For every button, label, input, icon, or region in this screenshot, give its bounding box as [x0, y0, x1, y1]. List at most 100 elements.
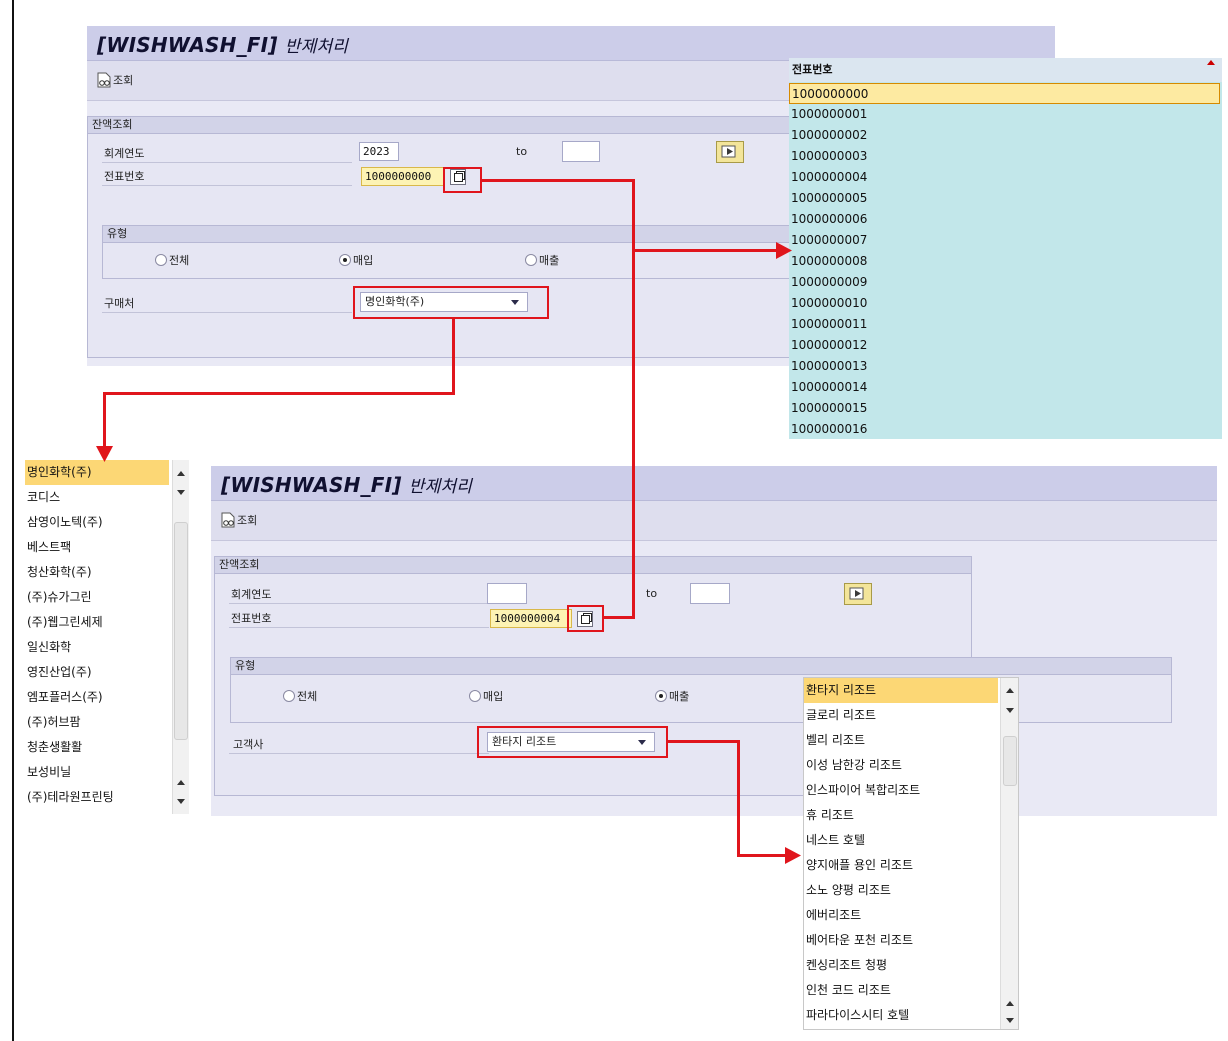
- upper-fiscal-year-to-input[interactable]: [562, 141, 600, 162]
- radio-circle-icon: [283, 690, 295, 702]
- upper-radio-purchase[interactable]: 매입: [339, 252, 373, 268]
- customer-dropdown-scrollbar[interactable]: [1000, 678, 1018, 1029]
- scroll-up-icon[interactable]: [1006, 1001, 1014, 1006]
- vendor-dropdown-item[interactable]: 일신화학: [25, 635, 167, 660]
- voucher-f4-popup: 전표번호 1000000000 1000000001 1000000002 10000…: [789, 58, 1222, 439]
- voucher-popup-item[interactable]: 1000000004: [789, 167, 1220, 188]
- customer-dropdown-item[interactable]: 켄싱리조트 청평: [804, 953, 998, 978]
- customer-dropdown-item[interactable]: 베어타운 포천 리조트: [804, 928, 998, 953]
- upper-fiscal-year-input[interactable]: 2023: [359, 142, 399, 161]
- scroll-down-icon[interactable]: [1006, 1018, 1014, 1023]
- vendor-dropdown-item[interactable]: (주)웹그린세제: [25, 610, 167, 635]
- upper-voucher-input[interactable]: 1000000000: [361, 167, 445, 186]
- voucher-popup-item[interactable]: 1000000003: [789, 146, 1220, 167]
- radio-circle-icon: [155, 254, 167, 266]
- voucher-popup-item[interactable]: 1000000011: [789, 314, 1220, 335]
- lower-radio-purchase[interactable]: 매입: [469, 688, 503, 704]
- voucher-popup-item[interactable]: 1000000015: [789, 398, 1220, 419]
- voucher-popup-item[interactable]: 1000000007: [789, 230, 1220, 251]
- lower-execute-button[interactable]: [844, 583, 872, 605]
- lower-sap-window: [WISHWASH_FI] 반제처리 조회 잔액조회 회계연도 to 전표번호 …: [211, 466, 1217, 816]
- customer-dropdown-item[interactable]: 양지애플 용인 리조트: [804, 853, 998, 878]
- scroll-down-icon[interactable]: [177, 799, 185, 804]
- lower-query-button[interactable]: 조회: [221, 511, 257, 529]
- scroll-down-icon[interactable]: [177, 490, 185, 495]
- voucher-popup-item[interactable]: 1000000008: [789, 251, 1220, 272]
- scroll-up-icon[interactable]: [1006, 688, 1014, 693]
- annotation-line: [632, 179, 635, 619]
- customer-dropdown-item[interactable]: 소노 양평 리조트: [804, 878, 998, 903]
- vendor-dropdown-item[interactable]: (주)슈가그린: [25, 585, 167, 610]
- upper-query-button[interactable]: 조회: [97, 71, 133, 89]
- annotation-arrow-right-icon: [776, 242, 792, 259]
- voucher-popup-item[interactable]: 1000000000: [789, 83, 1220, 104]
- customer-dropdown-item[interactable]: 인스파이어 복합리조트: [804, 778, 998, 803]
- lower-radio-sales[interactable]: 매출: [655, 688, 689, 704]
- customer-dropdown-item[interactable]: 인천 코드 리조트: [804, 978, 998, 1003]
- customer-dropdown-item[interactable]: 휴 리조트: [804, 803, 998, 828]
- scroll-down-icon[interactable]: [1006, 708, 1014, 713]
- voucher-popup-item[interactable]: 1000000013: [789, 356, 1220, 377]
- vendor-dropdown-item[interactable]: 코디스: [25, 485, 167, 510]
- upper-title-bar: [WISHWASH_FI] 반제처리: [87, 26, 1055, 61]
- voucher-popup-item[interactable]: 1000000014: [789, 377, 1220, 398]
- voucher-popup-item[interactable]: 1000000001: [789, 104, 1220, 125]
- scroll-up-icon[interactable]: [177, 471, 185, 476]
- annotation-line: [103, 392, 455, 395]
- upper-radio-sales[interactable]: 매출: [525, 252, 559, 268]
- vendor-dropdown-item[interactable]: 명인화학(주): [25, 460, 169, 485]
- voucher-popup-item[interactable]: 1000000006: [789, 209, 1220, 230]
- customer-scroll-thumb[interactable]: [1003, 736, 1017, 786]
- customer-dropdown-item[interactable]: 네스트 호텔: [804, 828, 998, 853]
- annotation-arrow-right-icon: [785, 847, 801, 864]
- lower-radio-sales-label: 매출: [669, 690, 690, 703]
- vendor-dropdown-scrollbar[interactable]: [172, 460, 189, 814]
- customer-dropdown-item[interactable]: 에버리조트: [804, 903, 998, 928]
- lower-radio-all[interactable]: 전체: [283, 688, 317, 704]
- lower-type-group: 유형 전체 매입 매출: [230, 657, 1172, 723]
- vendor-dropdown-item[interactable]: 베스트팩: [25, 535, 167, 560]
- lower-title-bar: [WISHWASH_FI] 반제처리: [211, 466, 1217, 501]
- lower-fiscal-year-input[interactable]: [487, 583, 527, 604]
- lower-query-label: 조회: [237, 514, 258, 527]
- vendor-dropdown-item[interactable]: (주)테라원프린팅: [25, 785, 167, 810]
- annotation-line: [737, 740, 740, 857]
- vendor-dropdown-item[interactable]: 청춘생활활: [25, 735, 167, 760]
- customer-dropdown-item[interactable]: 글로리 리조트: [804, 703, 998, 728]
- lower-fiscal-year-to-input[interactable]: [690, 583, 730, 604]
- customer-dropdown-item[interactable]: 환타지 리조트: [804, 678, 998, 703]
- vendor-dropdown-item[interactable]: 삼영이노텍(주): [25, 510, 167, 535]
- vendor-scroll-thumb[interactable]: [174, 522, 188, 740]
- vendor-dropdown-list: 명인화학(주) 코디스 삼영이노텍(주) 베스트팩 청산화학(주) (주)슈가그린 (주)웹…: [25, 460, 189, 814]
- lower-radio-purchase-label: 매입: [483, 690, 504, 703]
- upper-to-label: to: [516, 145, 528, 158]
- lower-type-group-title: 유형: [231, 658, 1171, 675]
- lower-page-title: [WISHWASH_FI] 반제처리: [221, 472, 472, 497]
- voucher-popup-item[interactable]: 1000000012: [789, 335, 1220, 356]
- vendor-dropdown-item[interactable]: 청산화학(주): [25, 560, 167, 585]
- voucher-popup-item[interactable]: 1000000009: [789, 272, 1220, 293]
- annotation-arrow-down-icon: [96, 446, 113, 462]
- voucher-popup-item[interactable]: 1000000016: [789, 419, 1220, 439]
- upper-query-label: 조회: [113, 74, 134, 87]
- voucher-popup-item[interactable]: 1000000002: [789, 125, 1220, 146]
- upper-title-code: [WISHWASH_FI]: [97, 33, 278, 57]
- upper-execute-button[interactable]: [716, 141, 744, 163]
- customer-dropdown-item[interactable]: 파라다이스시티 호텔: [804, 1003, 998, 1028]
- customer-dropdown-item[interactable]: 이성 남한강 리조트: [804, 753, 998, 778]
- vendor-dropdown-item[interactable]: 엠포플러스(주): [25, 685, 167, 710]
- upper-label-underline: [102, 312, 352, 313]
- lower-radio-all-label: 전체: [297, 690, 318, 703]
- scroll-up-icon[interactable]: [1207, 60, 1215, 65]
- annotation-line: [604, 616, 635, 619]
- lower-voucher-input[interactable]: 1000000004: [490, 609, 572, 628]
- voucher-popup-item[interactable]: 1000000010: [789, 293, 1220, 314]
- scroll-up-icon[interactable]: [177, 780, 185, 785]
- upper-radio-all[interactable]: 전체: [155, 252, 189, 268]
- lower-title-code: [WISHWASH_FI]: [221, 473, 402, 497]
- vendor-dropdown-item[interactable]: 보성비닐: [25, 760, 167, 785]
- customer-dropdown-item[interactable]: 벨리 리조트: [804, 728, 998, 753]
- vendor-dropdown-item[interactable]: 영진산업(주): [25, 660, 167, 685]
- voucher-popup-item[interactable]: 1000000005: [789, 188, 1220, 209]
- vendor-dropdown-item[interactable]: (주)허브팜: [25, 710, 167, 735]
